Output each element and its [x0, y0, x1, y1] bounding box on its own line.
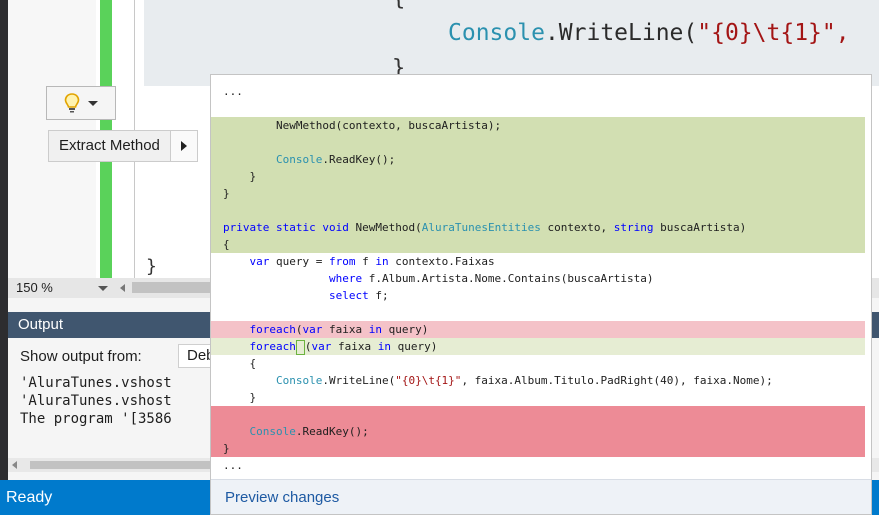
preview-footer: Preview changes — [211, 479, 871, 514]
preview-code-line: foreach(var faixa in query) — [211, 321, 865, 338]
code-token-method: .WriteLine( — [544, 20, 698, 46]
window-edge — [0, 0, 8, 480]
preview-code-line: select f; — [328, 289, 389, 302]
preview-code-line: { — [223, 357, 257, 370]
preview-code-line: where f.Album.Artista.Nome.Contains(busc… — [328, 272, 654, 285]
code-token-string: "{0}\t{1}", — [697, 20, 850, 46]
preview-code-line: } — [211, 185, 865, 202]
preview-code-line: NewMethod(contexto, buscaArtista); — [211, 117, 865, 134]
show-output-from-label: Show output from: — [20, 348, 142, 365]
preview-code-line: foreach(var faixa in query) — [211, 338, 865, 355]
scroll-thumb[interactable] — [30, 461, 210, 469]
preview-code-line: } — [223, 391, 257, 404]
preview-code-line: private static void NewMethod(AluraTunes… — [211, 219, 865, 236]
preview-code-line: Console.WriteLine("{0}\t{1}", faixa.Albu… — [275, 374, 773, 387]
preview-code-line: Console.ReadKey(); — [211, 151, 865, 168]
output-text[interactable]: 'AluraTunes.vshost 'AluraTunes.vshost The … — [20, 374, 172, 428]
code-brace-small: } — [146, 256, 157, 277]
output-line: The program '[3586 — [20, 411, 172, 427]
lightbulb-button[interactable] — [46, 86, 116, 120]
scroll-left-arrow[interactable] — [12, 461, 17, 469]
output-line: 'AluraTunes.vshost — [20, 393, 172, 409]
status-text: Ready — [6, 489, 53, 506]
submenu-arrow[interactable] — [169, 131, 197, 161]
preview-code-line — [211, 406, 865, 423]
preview-code: ... NewMethod(contexto, buscaArtista); C… — [211, 75, 871, 479]
output-title: Output — [18, 316, 64, 333]
preview-code-line — [211, 134, 865, 151]
chevron-right-icon — [180, 141, 187, 151]
code-line-console: Console.WriteLine("{0}\t{1}", — [448, 20, 850, 46]
quick-actions-menu: Extract Method — [48, 130, 198, 162]
code-token-class: Console — [448, 20, 545, 46]
preview-code-line: Console.ReadKey(); — [211, 423, 865, 440]
lightbulb-icon — [64, 93, 80, 113]
visual-studio-window: { } } } Console.WriteLine("{0}\t{1}", Ex… — [0, 0, 879, 515]
preview-code-line: var query = from f in contexto.Faixas — [249, 255, 495, 268]
chevron-down-icon — [98, 286, 108, 291]
preview-code-line: } — [211, 168, 865, 185]
output-line: 'AluraTunes.vshost — [20, 375, 172, 391]
refactor-preview-popup: ... NewMethod(contexto, buscaArtista); C… — [210, 74, 872, 515]
preview-code-line: } — [211, 440, 865, 457]
zoom-level[interactable]: 150 % — [16, 280, 53, 295]
horizontal-scrollbar[interactable] — [132, 282, 212, 293]
chevron-down-icon — [88, 100, 98, 106]
preview-code-line — [211, 304, 865, 321]
scroll-left-arrow[interactable] — [120, 284, 125, 292]
preview-code-line: { — [211, 236, 865, 253]
preview-code-line: ... — [223, 85, 243, 98]
preview-code-line: ... — [223, 459, 243, 472]
extract-method-item[interactable]: Extract Method — [49, 131, 170, 161]
code-brace-top: { — [392, 0, 405, 11]
preview-code-line — [211, 202, 865, 219]
preview-code-line — [211, 100, 865, 117]
preview-changes-link[interactable]: Preview changes — [225, 489, 339, 506]
